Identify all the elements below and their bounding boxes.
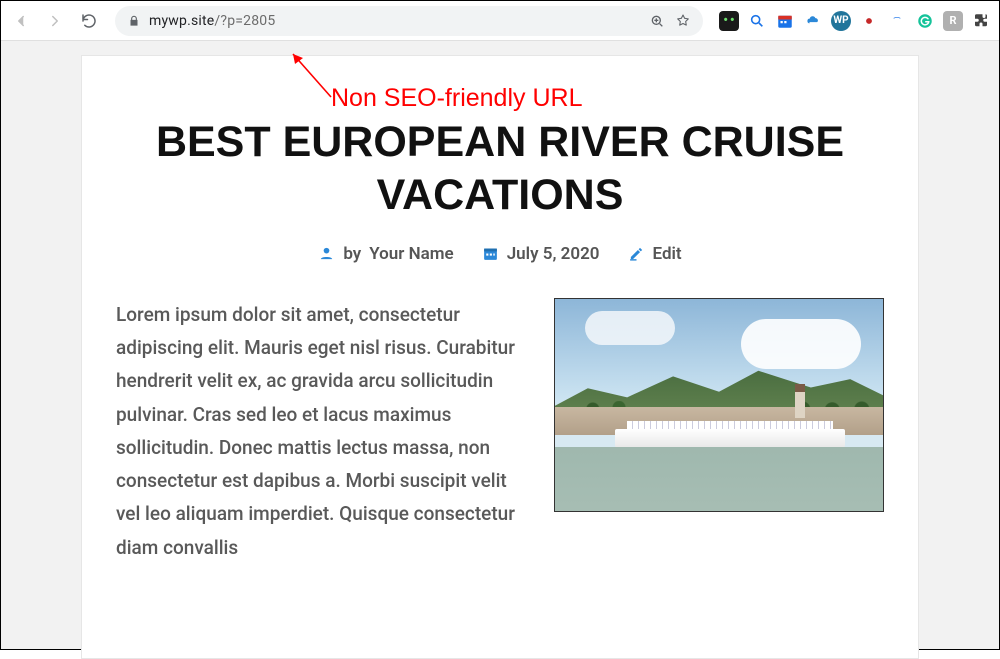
calendar-icon	[482, 245, 499, 262]
page: BEST EUROPEAN RIVER CRUISE VACATIONS by …	[81, 55, 919, 659]
extensions-tray: •• WP R	[719, 11, 991, 31]
extension-magnifier-icon[interactable]	[747, 11, 767, 31]
browser-toolbar: mywp.site/?p=2805 •• WP R	[1, 1, 999, 41]
extension-dash-icon[interactable]	[887, 11, 907, 31]
address-bar[interactable]: mywp.site/?p=2805	[115, 6, 703, 36]
extension-password-manager-icon[interactable]: ••	[719, 11, 739, 31]
date-text: July 5, 2020	[507, 244, 600, 264]
extensions-menu-icon[interactable]	[971, 11, 991, 31]
arrow-left-icon	[12, 12, 30, 30]
river-cruise-image	[555, 299, 883, 511]
extension-record-icon[interactable]	[859, 11, 879, 31]
url-path: /?p=2805	[214, 13, 275, 29]
extension-r-icon[interactable]: R	[943, 11, 963, 31]
post-meta: by Your Name July 5, 2020 Edit	[116, 244, 884, 264]
content-frame: Non SEO-friendly URL BEST EUROPEAN RIVER…	[1, 41, 999, 649]
url-host: mywp.site	[149, 13, 214, 29]
article-body: Lorem ipsum dolor sit amet, consectetur …	[116, 298, 884, 564]
extension-wordpress-icon[interactable]: WP	[831, 11, 851, 31]
article-paragraph: Lorem ipsum dolor sit amet, consectetur …	[116, 298, 526, 564]
extension-calendar-icon[interactable]	[775, 11, 795, 31]
extension-grammarly-icon[interactable]	[915, 11, 935, 31]
edit-icon	[628, 245, 645, 262]
post-edit[interactable]: Edit	[628, 244, 682, 264]
back-button[interactable]	[5, 5, 37, 37]
byline-prefix: by	[343, 244, 361, 264]
forward-button[interactable]	[39, 5, 71, 37]
post-date: July 5, 2020	[482, 244, 600, 264]
page-title: BEST EUROPEAN RIVER CRUISE VACATIONS	[116, 116, 884, 222]
lock-icon	[127, 14, 141, 28]
post-author: by Your Name	[318, 244, 453, 264]
address-bar-right	[649, 13, 691, 29]
reload-button[interactable]	[73, 5, 105, 37]
user-icon	[318, 245, 335, 262]
bookmark-star-icon[interactable]	[675, 13, 691, 29]
arrow-right-icon	[46, 12, 64, 30]
zoom-icon[interactable]	[649, 13, 665, 29]
edit-link[interactable]: Edit	[653, 244, 682, 264]
featured-image	[554, 298, 884, 512]
reload-icon	[80, 12, 98, 30]
extension-cloud-icon[interactable]	[803, 11, 823, 31]
url-text: mywp.site/?p=2805	[149, 13, 641, 29]
author-link[interactable]: Your Name	[369, 244, 453, 264]
